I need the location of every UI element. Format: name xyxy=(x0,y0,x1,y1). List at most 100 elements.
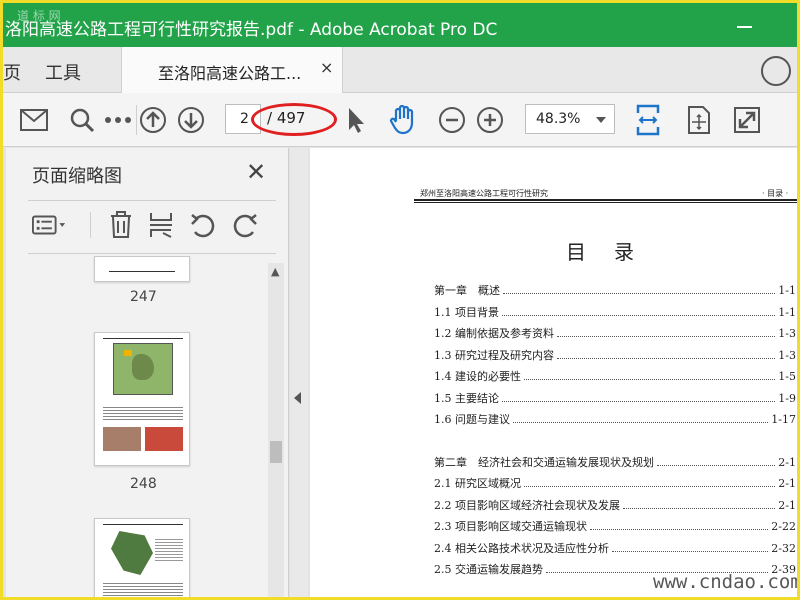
select-pointer-icon[interactable] xyxy=(339,103,373,137)
toc-entry-page: 2-22 xyxy=(771,520,796,533)
thumbnails-panel: 页面缩略图 ✕ 247 248 ▲ xyxy=(6,148,289,597)
rotate-right-icon[interactable] xyxy=(228,208,262,242)
toc-entry-page: 1-9 xyxy=(778,392,796,405)
header-rule-thin xyxy=(414,202,797,203)
thumbnail-page-number: 247 xyxy=(130,289,157,305)
running-header-right: · 目录 · xyxy=(762,189,789,198)
panel-title: 页面缩略图 xyxy=(32,166,122,187)
thumbnail-text-lines xyxy=(103,581,183,597)
thumbnail-options-icon[interactable] xyxy=(32,208,66,242)
scrollbar-thumb[interactable] xyxy=(270,441,282,463)
toc-leader xyxy=(557,349,776,359)
trash-icon[interactable] xyxy=(104,208,138,242)
toc-entry[interactable]: 1.2 编制依据及参考资料 1-3 xyxy=(434,325,796,343)
annotation-ellipse xyxy=(251,103,337,136)
toc-entry-page: 2-1 xyxy=(778,499,796,512)
zoom-in-icon[interactable] xyxy=(473,103,507,137)
toc-leader xyxy=(524,370,776,380)
scroll-up-icon[interactable]: ▲ xyxy=(271,265,279,278)
toc-leader xyxy=(524,477,776,487)
page-thumbnail-247[interactable] xyxy=(94,256,190,282)
hand-tool-icon[interactable] xyxy=(386,103,420,137)
toc-entry[interactable]: 第二章 经济社会和交通运输发展现状及规划 2-1 xyxy=(434,454,796,472)
page-thumbnail-next[interactable] xyxy=(94,518,190,597)
zoom-out-icon[interactable] xyxy=(435,103,469,137)
toc-entry[interactable]: 1.1 项目背景 1-1 xyxy=(434,304,796,322)
next-page-icon[interactable] xyxy=(174,103,208,137)
tab-tools[interactable]: 工具 xyxy=(45,59,81,85)
panel-divider xyxy=(28,253,276,254)
toc-leader xyxy=(513,413,769,423)
toc-entry-page: 1-1 xyxy=(778,306,796,319)
toc-entry[interactable]: 2.1 研究区域概况 2-1 xyxy=(434,475,796,493)
insert-page-icon[interactable] xyxy=(144,208,178,242)
toc-entry-page: 1-3 xyxy=(778,349,796,362)
toc-entry-label: 1.6 问题与建议 xyxy=(434,413,510,426)
toc-entry-label: 2.5 交通运输发展趋势 xyxy=(434,563,543,576)
panel-toolbar-divider xyxy=(90,212,91,238)
thumbnail-map-marker xyxy=(124,350,132,356)
toc-entry-label: 第一章 概述 xyxy=(434,284,500,297)
toc-title: 目录 xyxy=(566,240,662,264)
toc-entry-page: 2-1 xyxy=(778,477,796,490)
toc-entry[interactable]: 1.3 研究过程及研究内容 1-3 xyxy=(434,347,796,365)
tab-close-button[interactable]: × xyxy=(320,58,333,77)
more-options-icon[interactable] xyxy=(101,103,135,137)
panel-collapse-strip[interactable] xyxy=(290,148,308,597)
toc-leader xyxy=(502,392,776,402)
chevron-down-icon xyxy=(596,117,606,123)
toc-entry-label: 1.3 研究过程及研究内容 xyxy=(434,349,554,362)
document-area: 郑州至洛阳高速公路工程可行性研究 · 目录 · 目录 第一章 概述 1-1 1.1… xyxy=(308,148,797,597)
toc-entry[interactable]: 2.3 项目影响区域交通运输现状 2-22 xyxy=(434,518,796,536)
toc-entry-label: 第二章 经济社会和交通运输发展现状及规划 xyxy=(434,456,654,469)
fit-width-icon[interactable] xyxy=(631,103,665,137)
toc-entry-label: 1.2 编制依据及参考资料 xyxy=(434,327,554,340)
email-icon[interactable] xyxy=(17,103,51,137)
toc-entry[interactable]: 2.2 项目影响区域经济社会现状及发展 2-1 xyxy=(434,497,796,515)
thumbnail-rule xyxy=(109,271,175,272)
toc-entry-page: 1-17 xyxy=(771,413,796,426)
toc-entry-label: 1.5 主要结论 xyxy=(434,392,499,405)
page-move-icon[interactable] xyxy=(682,103,716,137)
zoom-level-value: 48.3% xyxy=(536,111,581,127)
toc-entry[interactable]: 1.5 主要结论 1-9 xyxy=(434,390,796,408)
thumbnail-scrollbar[interactable]: ▲ xyxy=(268,263,284,597)
toc-entry[interactable]: 1.4 建设的必要性 1-5 xyxy=(434,368,796,386)
window-frame: 道 标 网 洛阳高速公路工程可行性研究报告.pdf - Adobe Acroba… xyxy=(0,0,800,600)
previous-page-icon[interactable] xyxy=(136,103,170,137)
running-header-left: 郑州至洛阳高速公路工程可行性研究 xyxy=(420,189,548,198)
page-thumbnail-248[interactable] xyxy=(94,332,190,466)
thumbnail-legend xyxy=(155,537,183,561)
minimize-button[interactable] xyxy=(737,26,752,28)
toc-entry-page: 1-1 xyxy=(778,284,796,297)
full-screen-icon[interactable] xyxy=(730,103,764,137)
zoom-level-select[interactable]: 48.3% xyxy=(525,104,615,134)
tab-document[interactable]: 至洛阳高速公路工... × xyxy=(121,47,343,93)
title-bar: 道 标 网 洛阳高速公路工程可行性研究报告.pdf - Adobe Acroba… xyxy=(3,3,797,47)
tab-home[interactable]: 页 xyxy=(3,59,21,85)
toc-leader xyxy=(503,284,776,294)
search-icon[interactable] xyxy=(65,103,99,137)
thumbnail-map-region xyxy=(132,354,154,380)
toc-entry[interactable]: 1.6 问题与建议 1-17 xyxy=(434,411,796,429)
rotate-left-icon[interactable] xyxy=(186,208,220,242)
toc-entry-label: 2.1 研究区域概况 xyxy=(434,477,521,490)
toc-entry-label: 1.4 建设的必要性 xyxy=(434,370,521,383)
toc-entry[interactable]: 2.4 相关公路技术状况及适应性分析 2-32 xyxy=(434,540,796,558)
help-icon[interactable] xyxy=(761,56,791,86)
toc-entry-label: 2.2 项目影响区域经济社会现状及发展 xyxy=(434,499,620,512)
collapse-arrow-icon[interactable] xyxy=(294,392,301,404)
thumbnail-text-lines xyxy=(103,405,183,421)
thumbnail-map-image xyxy=(113,343,173,395)
thumbnail-page-number: 248 xyxy=(130,476,157,492)
header-rule xyxy=(414,199,797,201)
toc-leader xyxy=(612,542,769,552)
toc-leader xyxy=(657,456,776,466)
window-title: 洛阳高速公路工程可行性研究报告.pdf - Adobe Acrobat Pro … xyxy=(5,20,498,40)
toc-entry[interactable]: 第一章 概述 1-1 xyxy=(434,282,796,300)
toolbar: 2 / 497 48.3% xyxy=(3,93,797,147)
toc-leader xyxy=(502,306,776,316)
site-watermark: www.cndao.com xyxy=(653,571,800,593)
thumbnail-photo-right xyxy=(145,427,183,451)
panel-close-button[interactable]: ✕ xyxy=(246,160,266,184)
